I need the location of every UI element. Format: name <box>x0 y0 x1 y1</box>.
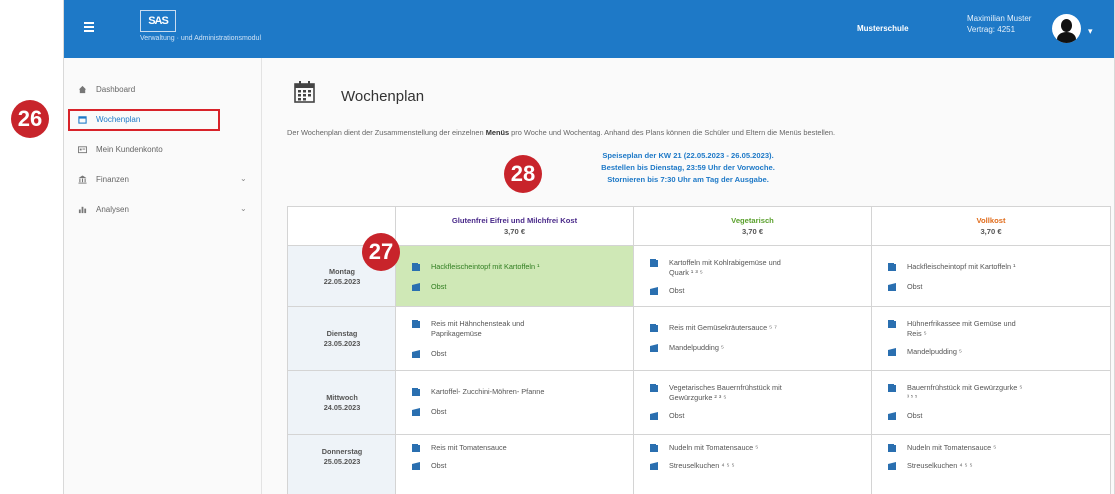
meal-cell[interactable]: Reis mit Tomatensauce Obst <box>396 435 634 494</box>
menu-book-icon <box>412 263 420 271</box>
speiseplan-info: Speiseplan der KW 21 (22.05.2023 - 26.05… <box>262 150 1114 186</box>
meal-cell[interactable]: Bauernfrühstück mit Gewürzgurke ⁵³ ⁵ ⁵ O… <box>872 371 1110 435</box>
table-row-dienstag: Dienstag 23.05.2023 Reis mit Hähnchenstea… <box>288 306 1110 371</box>
day-name: Donnerstag <box>321 447 363 456</box>
menu-book-icon <box>650 384 658 392</box>
dessert-icon <box>888 283 896 291</box>
calendar-grid-icon <box>294 81 315 103</box>
meal-cell[interactable]: Hühnerfrikassee mit Gemüse und Reis ⁵ Man… <box>872 307 1110 371</box>
cancel-deadline: Stornieren bis 7:30 Uhr am Tag der Ausga… <box>607 175 769 184</box>
day-cell: Mittwoch 24.05.2023 <box>288 371 396 435</box>
day-name: Mittwoch <box>326 393 358 402</box>
dessert-icon <box>888 348 896 356</box>
avatar[interactable] <box>1052 14 1081 43</box>
id-card-icon <box>78 146 87 154</box>
meal-cell[interactable]: Nudeln mit Tomatensauce ⁵ Streuselkuchen… <box>634 435 872 494</box>
table-row-montag: Montag 22.05.2023 Hackfleischeintopf mit … <box>288 245 1110 307</box>
chevron-down-icon[interactable]: ▾ <box>1088 26 1093 37</box>
table-row-donnerstag: Donnerstag 25.05.2023 Reis mit Tomatensau… <box>288 434 1110 494</box>
column-header-glutenfrei: Glutenfrei Eifrei und Milchfrei Kost 3,7… <box>396 207 634 245</box>
home-icon <box>78 85 87 94</box>
table-row-mittwoch: Mittwoch 24.05.2023 Kartoffel- Zucchini-M… <box>288 370 1110 435</box>
column-name: Vegetarisch <box>731 216 774 225</box>
day-date: 23.05.2023 <box>323 339 361 348</box>
dessert-icon <box>650 462 658 470</box>
dessert-icon <box>650 287 658 295</box>
sidebar-item-finanzen[interactable]: Finanzen ⌄ <box>64 168 261 192</box>
meal-cell[interactable]: Nudeln mit Tomatensauce ⁵ Streuselkuchen… <box>872 435 1110 494</box>
menu-book-icon <box>888 444 896 452</box>
day-cell: Donnerstag 25.05.2023 <box>288 435 396 494</box>
day-cell: Dienstag 23.05.2023 <box>288 307 396 371</box>
day-name: Dienstag <box>326 329 358 338</box>
user-info[interactable]: Maximilian Muster Vertrag: 4251 <box>967 13 1031 35</box>
menu-book-icon <box>888 320 896 328</box>
order-deadline: Bestellen bis Dienstag, 23:59 Uhr der Vo… <box>601 163 775 172</box>
dessert-icon <box>888 462 896 470</box>
menu-book-icon <box>650 444 658 452</box>
user-contract: Vertrag: 4251 <box>967 25 1016 34</box>
app-window: SAS Verwaltung · und Administrationsmodu… <box>64 0 1114 494</box>
meal-cell[interactable]: Hackfleischeintopf mit Kartoffeln ¹ Obst <box>872 246 1110 307</box>
meal-cell[interactable]: Reis mit Hähnchensteak und Paprikagemüse … <box>396 307 634 371</box>
meal-cell[interactable]: Vegetarisches Bauernfrühstück mit Gewürzg… <box>634 371 872 435</box>
sidebar-item-analysen[interactable]: Analysen ⌄ <box>64 198 261 222</box>
meal-cell[interactable]: Kartoffel- Zucchini-Möhren- Pfanne Obst <box>396 371 634 435</box>
page-title: Wochenplan <box>341 88 425 105</box>
dessert-icon <box>412 462 420 470</box>
column-price: 3,70 € <box>503 227 526 236</box>
speiseplan-week: Speiseplan der KW 21 (22.05.2023 - 26.05… <box>602 151 774 160</box>
column-name: Glutenfrei Eifrei und Milchfrei Kost <box>451 216 578 225</box>
column-price: 3,70 € <box>980 227 1002 236</box>
column-price: 3,70 € <box>741 227 764 236</box>
app-logo[interactable]: SAS <box>140 10 176 32</box>
main-content: Wochenplan Der Wochenplan dient der Zusa… <box>262 58 1114 494</box>
dessert-icon <box>412 408 420 416</box>
day-date: 24.05.2023 <box>323 403 361 412</box>
bank-icon <box>78 175 87 184</box>
callout-badge-27: 27 <box>362 233 400 271</box>
school-name[interactable]: Musterschule <box>857 24 909 33</box>
day-date: 22.05.2023 <box>323 277 361 286</box>
menu-book-icon <box>412 444 420 452</box>
meal-cell-selected[interactable]: Hackfleischeintopf mit Kartoffeln ¹ Obst <box>396 246 634 307</box>
chevron-down-icon[interactable]: ⌄ <box>240 204 247 213</box>
callout-badge-26: 26 <box>11 100 49 138</box>
dessert-icon <box>650 344 658 352</box>
bar-chart-icon <box>78 206 87 214</box>
meal-cell[interactable]: Reis mit Gemüsekräutersauce ⁵ ⁷ Mandelpu… <box>634 307 872 371</box>
column-name: Vollkost <box>976 216 1006 225</box>
menu-book-icon <box>412 320 420 328</box>
dessert-icon <box>888 412 896 420</box>
callout-badge-28: 28 <box>504 155 542 193</box>
menu-book-icon <box>412 388 420 396</box>
sidebar-item-dashboard[interactable]: Dashboard <box>64 78 261 102</box>
highlight-box-wochenplan <box>68 109 220 131</box>
menu-book-icon <box>650 324 658 332</box>
sidebar-item-label: Mein Kundenkonto <box>96 145 163 154</box>
dessert-icon <box>650 412 658 420</box>
page-description: Der Wochenplan dient der Zusammenstellun… <box>287 128 836 137</box>
menu-book-icon <box>650 259 658 267</box>
day-date: 25.05.2023 <box>323 457 361 466</box>
sidebar-item-label: Finanzen <box>96 175 129 184</box>
menu-book-icon <box>888 384 896 392</box>
app-logo-subtitle: Verwaltung · und Administrationsmodul <box>140 35 262 42</box>
sidebar-item-label: Analysen <box>96 205 129 214</box>
dessert-icon <box>412 283 420 291</box>
column-header-vegetarisch: Vegetarisch 3,70 € <box>634 207 872 245</box>
meal-cell[interactable]: Kartoffeln mit Kohlrabigemüse und Quark ¹… <box>634 246 872 307</box>
hamburger-menu-icon[interactable] <box>84 22 94 32</box>
sidebar-item-label: Dashboard <box>96 85 136 94</box>
menu-book-icon <box>888 263 896 271</box>
chevron-down-icon[interactable]: ⌄ <box>240 174 247 183</box>
dessert-icon <box>412 350 420 358</box>
user-name: Maximilian Muster <box>967 14 1032 23</box>
top-bar: SAS Verwaltung · und Administrationsmodu… <box>64 0 1114 58</box>
sidebar-item-kundenkonto[interactable]: Mein Kundenkonto <box>64 138 261 162</box>
weekly-plan-table: Glutenfrei Eifrei und Milchfrei Kost 3,7… <box>287 206 1111 494</box>
column-header-vollkost: Vollkost 3,70 € <box>872 207 1110 245</box>
